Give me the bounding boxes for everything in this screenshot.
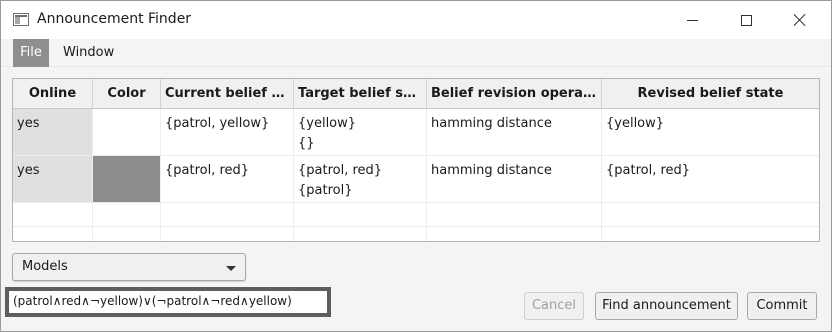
online-cell[interactable]: yes	[13, 156, 93, 202]
empty-cell	[161, 203, 294, 226]
close-icon	[793, 13, 807, 27]
empty-cell	[602, 227, 819, 241]
color-swatch-cell[interactable]	[93, 109, 161, 155]
formula-field[interactable]: (patrol∧red∧¬yellow)∨(¬patrol∧¬red∧yello…	[5, 287, 331, 317]
cancel-button[interactable]: Cancel	[524, 292, 584, 320]
minimize-button[interactable]	[669, 1, 715, 39]
maximize-icon	[740, 14, 752, 26]
current-belief-cell[interactable]: {patrol, red}	[161, 156, 294, 202]
formula-text: (patrol∧red∧¬yellow)∨(¬patrol∧¬red∧yello…	[13, 294, 292, 308]
revision-operator-cell[interactable]: hamming distance	[427, 156, 602, 202]
models-dropdown-label: Models	[22, 259, 68, 274]
empty-table-row	[13, 227, 819, 241]
title-bar: Announcement Finder	[1, 1, 831, 39]
column-header-color[interactable]: Color	[93, 79, 161, 109]
table-row[interactable]: yes {patrol, red} {patrol, red} {patrol}…	[13, 156, 819, 203]
column-header-belief-revision-operator[interactable]: Belief revision operator	[427, 79, 602, 109]
column-header-current-belief-state[interactable]: Current belief st...	[161, 79, 294, 109]
menu-window[interactable]: Window	[55, 39, 122, 67]
target-belief-line: {patrol, red}	[298, 163, 383, 178]
online-cell[interactable]: yes	[13, 109, 93, 155]
maximize-button[interactable]	[723, 1, 769, 39]
empty-cell	[294, 227, 427, 241]
empty-cell	[602, 203, 819, 226]
target-belief-cell[interactable]: {patrol, red} {patrol}	[294, 156, 427, 202]
empty-cell	[294, 203, 427, 226]
column-header-revised-belief-state[interactable]: Revised belief state	[602, 79, 819, 109]
current-belief-cell[interactable]: {patrol, yellow}	[161, 109, 294, 155]
close-button[interactable]	[777, 1, 823, 39]
empty-cell	[93, 203, 161, 226]
menu-file[interactable]: File	[13, 39, 49, 67]
empty-cell	[13, 227, 93, 241]
agents-table: Online Color Current belief st... Target…	[12, 78, 820, 242]
table-header: Online Color Current belief st... Target…	[13, 79, 819, 109]
empty-cell	[427, 203, 602, 226]
table-row[interactable]: yes {patrol, yellow} {yellow} {} hamming…	[13, 109, 819, 156]
app-window: Announcement Finder File Window Online C…	[0, 0, 832, 332]
empty-cell	[427, 227, 602, 241]
target-belief-line: {patrol}	[298, 183, 353, 198]
revision-operator-cell[interactable]: hamming distance	[427, 109, 602, 155]
commit-button[interactable]: Commit	[747, 292, 817, 320]
column-header-target-belief-state[interactable]: Target belief state	[294, 79, 427, 109]
empty-cell	[93, 227, 161, 241]
models-dropdown[interactable]: Models	[12, 253, 246, 281]
revised-belief-cell[interactable]: {patrol, red}	[602, 156, 819, 202]
column-header-online[interactable]: Online	[13, 79, 93, 109]
empty-cell	[13, 203, 93, 226]
menu-bar: File Window	[1, 39, 831, 67]
target-belief-cell[interactable]: {yellow} {}	[294, 109, 427, 155]
empty-table-row	[13, 203, 819, 227]
color-swatch-cell[interactable]	[93, 156, 161, 202]
chevron-down-icon	[226, 266, 236, 271]
window-app-icon	[13, 13, 29, 26]
empty-cell	[161, 227, 294, 241]
find-announcement-button[interactable]: Find announcement	[595, 292, 738, 320]
minimize-icon	[686, 19, 698, 21]
target-belief-line: {yellow}	[298, 116, 357, 131]
target-belief-line: {}	[298, 136, 315, 151]
revised-belief-cell[interactable]: {yellow}	[602, 109, 819, 155]
window-title: Announcement Finder	[37, 11, 192, 27]
